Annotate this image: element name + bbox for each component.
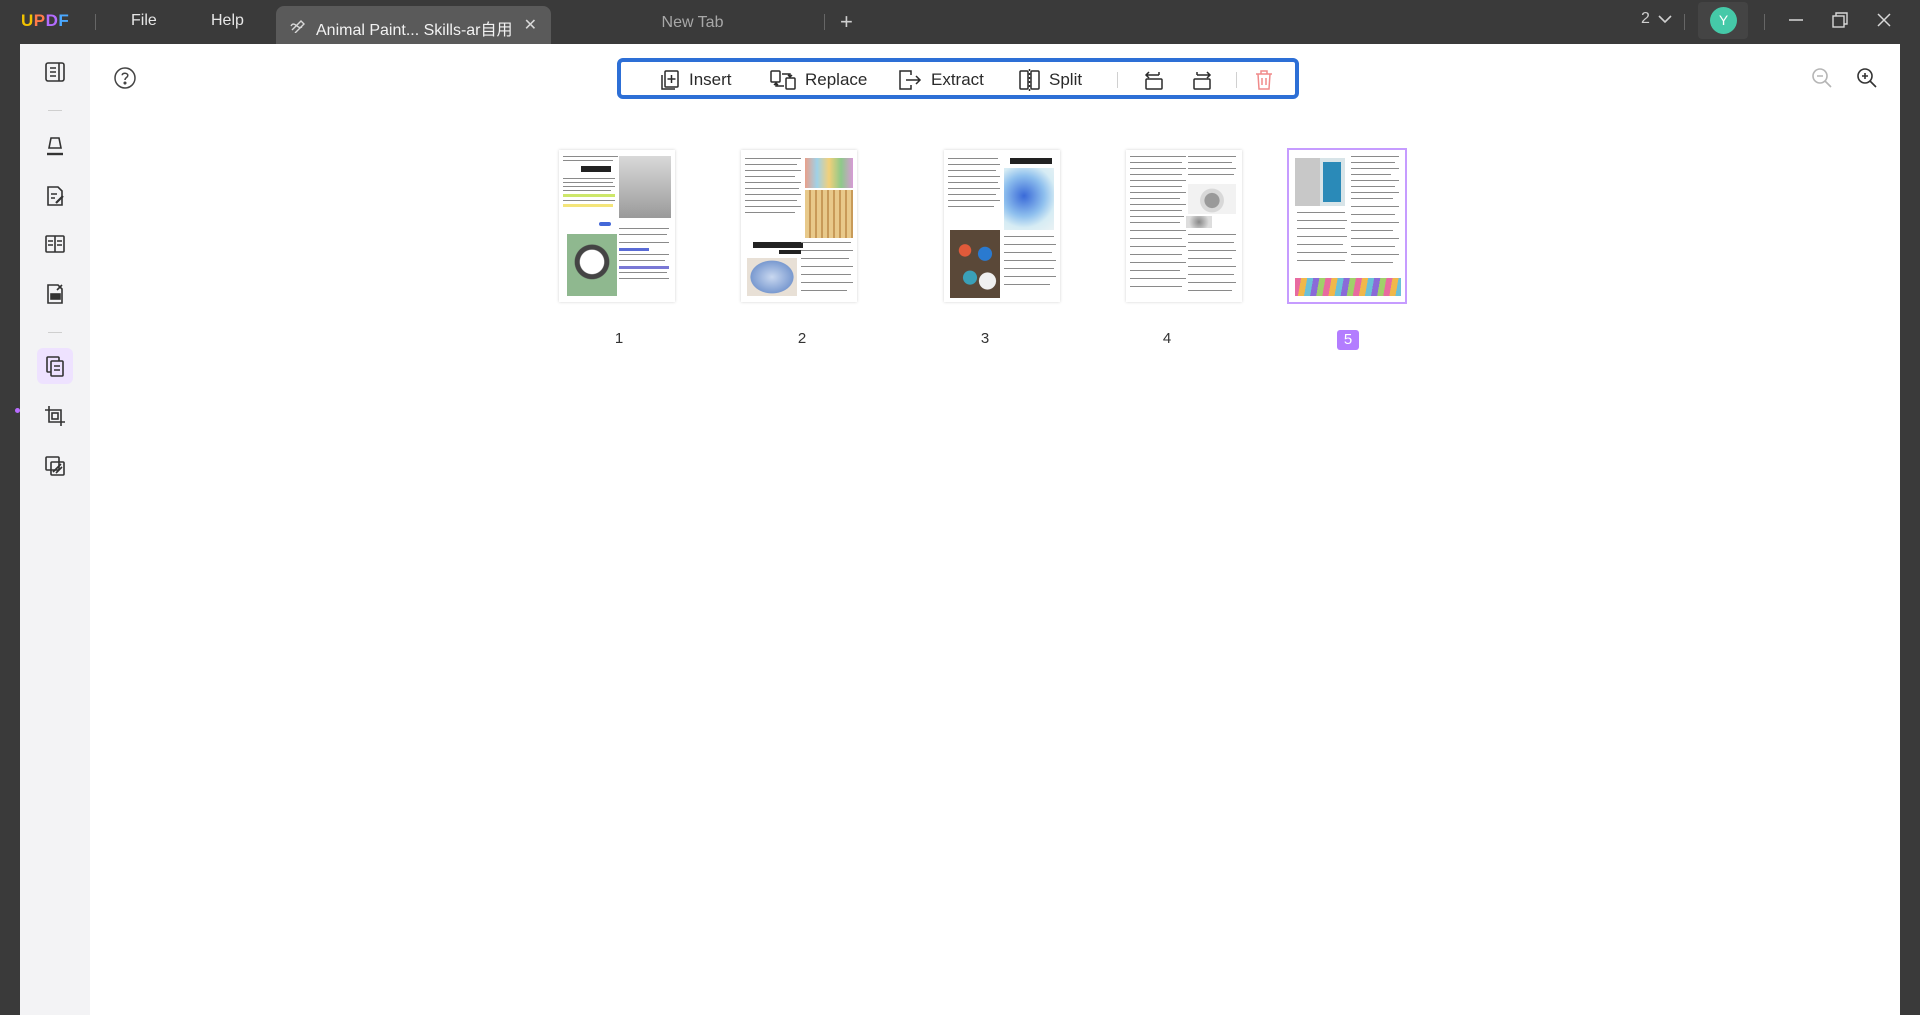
zoom-in-icon[interactable]	[1855, 66, 1879, 90]
organize-pages-icon	[46, 356, 64, 377]
rotate-right-button[interactable]	[1191, 68, 1215, 92]
highlighter-icon	[47, 137, 63, 156]
redact-button[interactable]	[37, 276, 73, 312]
rotate-clockwise-icon	[1193, 71, 1212, 90]
extract-button[interactable]: Extract	[897, 68, 984, 92]
organize-pages-button[interactable]	[37, 348, 73, 384]
split-label: Split	[1049, 70, 1083, 89]
page-number-5: 5	[1337, 330, 1359, 350]
replace-button[interactable]: Replace	[769, 68, 867, 92]
split-page-icon	[1019, 69, 1040, 91]
insert-page-icon	[661, 70, 679, 90]
divider	[1236, 72, 1237, 88]
main-area: Insert Replace Extract Split 1 2 3 4 5	[20, 44, 1900, 1015]
avatar: Y	[1710, 7, 1737, 34]
combine-button[interactable]	[37, 448, 73, 484]
rotate-counterclockwise-icon	[1144, 71, 1163, 90]
extract-page-icon	[899, 70, 922, 90]
tab-document-label: Animal Paint... Skills-ar自用	[316, 22, 513, 39]
tab-document[interactable]: Animal Paint... Skills-ar自用 ✕	[276, 6, 551, 44]
chevron-down-icon[interactable]	[1658, 14, 1672, 24]
page-thumbnail-2[interactable]	[741, 150, 857, 302]
divider	[95, 14, 96, 30]
edit-pen-icon	[290, 20, 305, 33]
crop-icon	[45, 406, 65, 426]
page-number-3: 3	[980, 330, 990, 347]
page-number-4: 4	[1162, 330, 1172, 347]
delete-button[interactable]	[1253, 68, 1275, 92]
page-thumbnail-1[interactable]	[559, 150, 675, 302]
form-button[interactable]	[37, 226, 73, 262]
minimize-icon[interactable]	[1784, 8, 1808, 32]
reader-button[interactable]	[37, 54, 73, 90]
split-button[interactable]: Split	[1017, 68, 1082, 92]
crop-button[interactable]	[37, 398, 73, 434]
window-count[interactable]: 2	[1641, 10, 1650, 28]
page-thumbnail-3[interactable]	[944, 150, 1060, 302]
page-thumbnail-5[interactable]	[1287, 148, 1407, 304]
right-rail	[1900, 44, 1920, 1015]
menu-file[interactable]: File	[131, 12, 157, 30]
divider	[1684, 14, 1685, 30]
rotate-left-button[interactable]	[1141, 68, 1165, 92]
organize-toolbar: Insert Replace Extract Split	[617, 58, 1299, 99]
add-tab-icon[interactable]: +	[840, 9, 853, 35]
edit-pdf-icon	[47, 186, 64, 206]
left-rail	[0, 44, 20, 1015]
divider	[48, 332, 62, 333]
page-thumbnail-4[interactable]	[1126, 150, 1242, 302]
replace-label: Replace	[805, 70, 868, 89]
combine-icon	[45, 456, 65, 476]
divider	[1117, 72, 1118, 88]
tool-sidebar	[20, 44, 90, 1015]
insert-label: Insert	[689, 70, 732, 89]
replace-page-icon	[770, 70, 796, 90]
divider	[1764, 14, 1765, 30]
edit-pdf-button[interactable]	[37, 178, 73, 214]
divider	[824, 14, 825, 30]
trash-icon	[1256, 70, 1272, 90]
insert-button[interactable]: Insert	[659, 68, 732, 92]
zoom-out-icon[interactable]	[1810, 66, 1834, 90]
redact-icon	[47, 284, 63, 304]
reader-icon	[45, 62, 65, 82]
help-icon[interactable]	[113, 66, 137, 90]
comment-button[interactable]	[37, 128, 73, 164]
form-icon	[45, 235, 65, 253]
divider	[48, 110, 62, 111]
page-number-1: 1	[614, 330, 624, 347]
updf-logo[interactable]: UPDF	[21, 11, 69, 31]
tab-new[interactable]: New Tab	[560, 14, 825, 32]
account-button[interactable]: Y	[1698, 2, 1748, 39]
close-tab-icon[interactable]: ✕	[524, 15, 537, 35]
menu-help[interactable]: Help	[211, 12, 244, 30]
title-bar: UPDF File Help Animal Paint... Skills-ar…	[0, 0, 1920, 44]
page-number-2: 2	[797, 330, 807, 347]
close-window-icon[interactable]	[1872, 8, 1896, 32]
extract-label: Extract	[931, 70, 984, 89]
restore-icon[interactable]	[1828, 8, 1852, 32]
